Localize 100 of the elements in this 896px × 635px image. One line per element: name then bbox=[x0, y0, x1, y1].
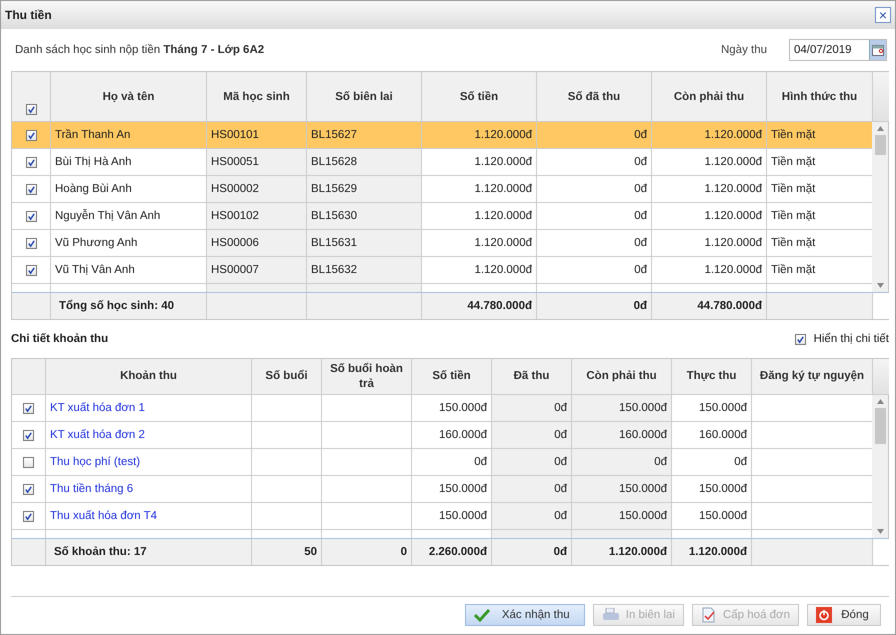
total-cell: Tổng số học sinh: 40 bbox=[59, 300, 174, 312]
checkbox[interactable] bbox=[26, 210, 36, 222]
table-cell: 150.000đ bbox=[572, 476, 672, 503]
table-cell: 0đ bbox=[572, 449, 672, 476]
scrollbar[interactable] bbox=[872, 395, 888, 538]
table-row[interactable]: Thu tiền tháng 6 150.000đ 0đ 150.000đ 150.000đ bbox=[12, 476, 872, 503]
column-header[interactable]: Số tiền bbox=[422, 72, 537, 122]
table-cell: BL15632 bbox=[307, 257, 422, 284]
scroll-thumb[interactable] bbox=[874, 135, 886, 155]
document-check-icon bbox=[700, 607, 717, 623]
scroll-up-icon[interactable] bbox=[876, 399, 884, 404]
power-icon bbox=[816, 607, 832, 623]
calendar-icon[interactable] bbox=[869, 40, 886, 60]
table-row[interactable]: Nguyễn Thị Vân Anh HS00102 BL15630 1.120.000đ 0đ 1.120.000đ Tiền mặt bbox=[12, 203, 872, 230]
column-header[interactable]: Còn phải thu bbox=[652, 72, 767, 122]
table-row[interactable]: KT xuất hóa đơn 1 150.000đ 0đ 150.000đ 150.000đ bbox=[12, 395, 872, 422]
scroll-up-icon[interactable] bbox=[876, 126, 884, 131]
table-cell: Hoàng Bùi Anh bbox=[51, 176, 207, 203]
scroll-down-icon[interactable] bbox=[876, 529, 884, 534]
table-row[interactable]: Vũ Phương Anh HS00006 BL15631 1.120.000đ 0đ 1.120.000đ Tiền mặt bbox=[12, 230, 872, 257]
checkbox[interactable] bbox=[23, 510, 34, 522]
table-cell: 1.120.000đ bbox=[422, 257, 537, 284]
table-row[interactable]: Vũ Thị Vân Anh HS00007 BL15632 1.120.000đ 0đ 1.120.000đ Tiền mặt bbox=[12, 257, 872, 284]
column-header[interactable]: Thực thu bbox=[672, 359, 752, 395]
table-row[interactable]: Hoàng Bùi Anh HS00002 BL15629 1.120.000đ 0đ 1.120.000đ Tiền mặt bbox=[12, 176, 872, 203]
scroll-down-icon[interactable] bbox=[876, 283, 884, 288]
table-cell: 1.120.000đ bbox=[652, 230, 767, 257]
table-row[interactable]: Thu học phí (test) 0đ 0đ 0đ 0đ bbox=[12, 449, 872, 476]
table-cell: Nguyễn Thị Vân Anh bbox=[51, 203, 207, 230]
column-header[interactable]: Số buổi bbox=[252, 359, 322, 395]
fee-link[interactable]: KT xuất hóa đơn 2 bbox=[50, 429, 145, 441]
column-header[interactable]: Số tiền bbox=[412, 359, 492, 395]
column-header[interactable]: Đã thu bbox=[492, 359, 572, 395]
table-cell: 1.120.000đ bbox=[422, 176, 537, 203]
column-header[interactable]: Khoản thu bbox=[46, 359, 252, 395]
column-header[interactable]: Số buổi hoàn trả bbox=[322, 359, 412, 395]
table-cell: 0đ bbox=[672, 449, 752, 476]
close-button[interactable]: Đóng bbox=[807, 604, 881, 626]
checkbox[interactable] bbox=[794, 334, 806, 344]
table-cell: 150.000đ bbox=[672, 476, 752, 503]
table-cell: Tiền mặt bbox=[767, 122, 872, 149]
column-header[interactable]: Số biên lai bbox=[307, 72, 422, 122]
table-cell: 150.000đ bbox=[412, 476, 492, 503]
table-cell: 0đ bbox=[537, 149, 652, 176]
table-cell: Trần Thanh An bbox=[51, 122, 207, 149]
column-header[interactable]: Họ và tên bbox=[51, 72, 207, 122]
table-cell: Bùi Thị Hà Anh bbox=[51, 149, 207, 176]
date-label: Ngày thu bbox=[720, 44, 767, 56]
checkbox[interactable] bbox=[26, 184, 36, 194]
table-cell: 150.000đ bbox=[672, 503, 752, 530]
total-cell: 1.120.000đ bbox=[608, 546, 667, 558]
scrollbar[interactable] bbox=[872, 122, 888, 292]
table-row[interactable]: Thu xuất hóa đơn T4 150.000đ 0đ 150.000đ 150.000đ bbox=[12, 503, 872, 530]
checkbox[interactable] bbox=[26, 238, 36, 248]
table-cell: 0đ bbox=[537, 257, 652, 284]
table-cell: 160.000đ bbox=[412, 422, 492, 449]
table-cell: 1.120.000đ bbox=[422, 122, 537, 149]
close-button[interactable]: × bbox=[875, 7, 891, 23]
column-header[interactable]: Mã học sinh bbox=[207, 72, 307, 122]
confirm-button[interactable]: Xác nhận thu bbox=[464, 604, 585, 626]
checkbox[interactable] bbox=[26, 104, 36, 115]
table-cell: 160.000đ bbox=[572, 422, 672, 449]
checkbox[interactable] bbox=[23, 402, 34, 414]
printer-icon bbox=[602, 608, 620, 622]
table-row[interactable]: Bùi Thị Hà Anh HS00051 BL15628 1.120.000đ 0đ 1.120.000đ Tiền mặt bbox=[12, 149, 872, 176]
checkbox[interactable] bbox=[26, 264, 36, 276]
table-cell: 0đ bbox=[537, 230, 652, 257]
checkbox[interactable] bbox=[23, 456, 34, 468]
table-cell: 1.120.000đ bbox=[652, 149, 767, 176]
total-cell: 50 bbox=[304, 546, 317, 558]
table-cell: 1.120.000đ bbox=[652, 257, 767, 284]
table-row[interactable]: KT xuất hóa đơn 2 160.000đ 0đ 160.000đ 160.000đ bbox=[12, 422, 872, 449]
window-title: Thu tiền bbox=[5, 8, 52, 22]
total-cell: Số khoản thu: 17 bbox=[54, 546, 147, 558]
checkbox[interactable] bbox=[26, 130, 36, 140]
table-cell: 1.120.000đ bbox=[652, 122, 767, 149]
total-cell: 44.780.000đ bbox=[697, 300, 762, 312]
checkbox[interactable] bbox=[23, 484, 34, 494]
checkbox[interactable] bbox=[23, 430, 34, 440]
table-cell: 0đ bbox=[537, 203, 652, 230]
column-header[interactable]: Còn phải thu bbox=[572, 359, 672, 395]
column-header[interactable]: Hình thức thu bbox=[767, 72, 873, 122]
table-cell: 0đ bbox=[492, 503, 572, 530]
column-header[interactable]: Đăng ký tự nguyện bbox=[752, 359, 873, 395]
checkbox[interactable] bbox=[26, 156, 36, 168]
fee-link[interactable]: Thu học phí (test) bbox=[50, 456, 140, 468]
table-cell: 150.000đ bbox=[412, 395, 492, 422]
fee-link[interactable]: Thu tiền tháng 6 bbox=[50, 483, 134, 495]
scroll-thumb[interactable] bbox=[874, 408, 886, 444]
table-cell: HS00102 bbox=[207, 203, 307, 230]
fee-link[interactable]: Thu xuất hóa đơn T4 bbox=[50, 510, 158, 522]
table-row[interactable]: Trần Thanh An HS00101 BL15627 1.120.000đ 0đ 1.120.000đ Tiền mặt bbox=[12, 122, 872, 149]
table-cell: HS00002 bbox=[207, 176, 307, 203]
total-cell: 1.120.000đ bbox=[688, 546, 747, 558]
table-cell: BL15630 bbox=[307, 203, 422, 230]
fee-link[interactable]: KT xuất hóa đơn 1 bbox=[50, 402, 145, 414]
table-cell: 150.000đ bbox=[572, 503, 672, 530]
total-cell: 44.780.000đ bbox=[467, 300, 532, 312]
column-header[interactable]: Số đã thu bbox=[537, 72, 652, 122]
date-field[interactable]: 04/07/2019 bbox=[789, 39, 887, 61]
